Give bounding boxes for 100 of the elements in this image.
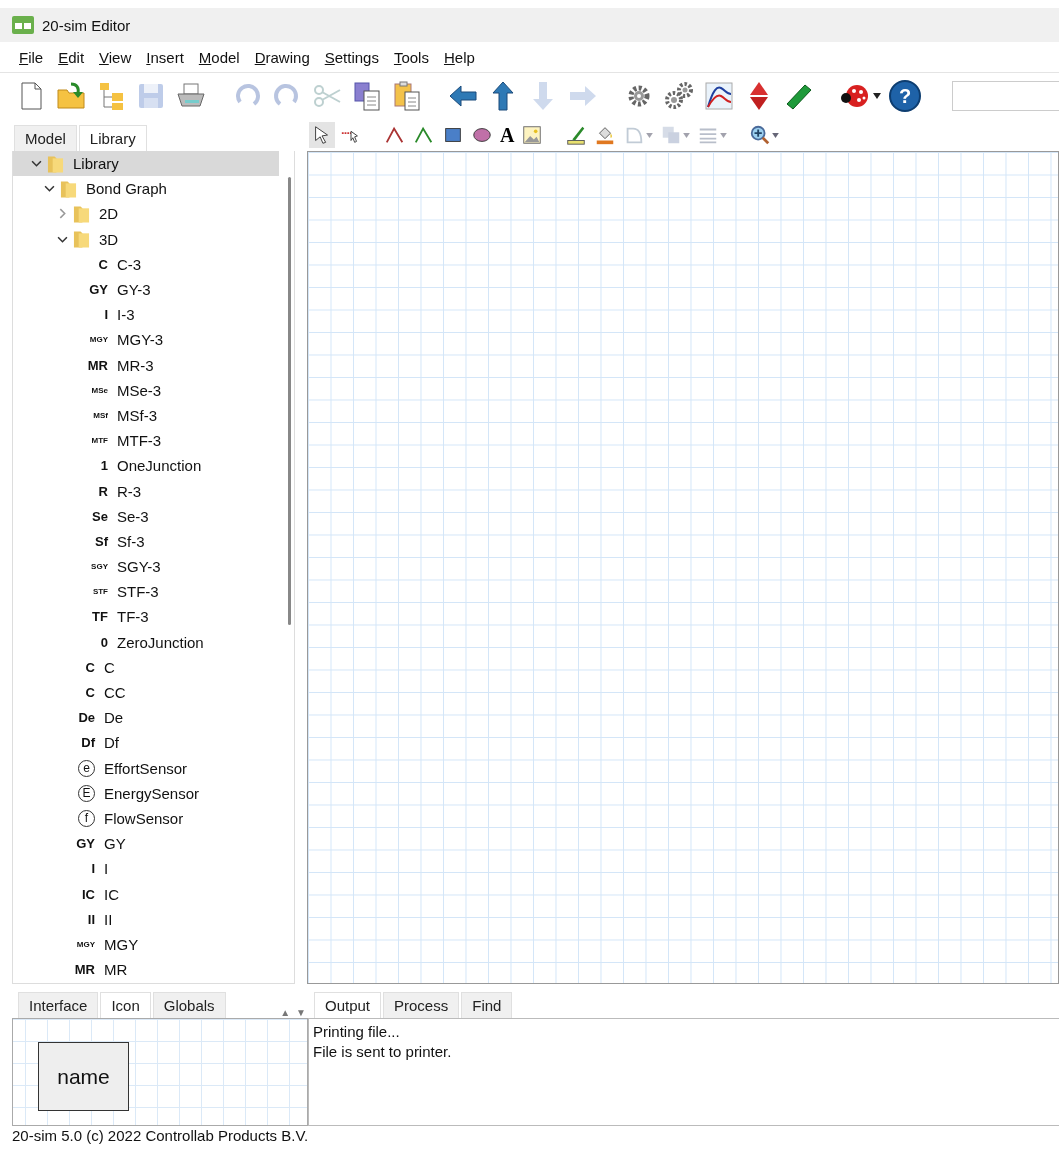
tree-item[interactable]: e EffortSensor xyxy=(13,755,279,781)
element-symbol: SGY xyxy=(91,562,108,572)
tree-item[interactable]: Se Se-3 xyxy=(13,503,279,529)
menu-item[interactable]: Drawing xyxy=(254,48,310,66)
caret-icon xyxy=(683,132,691,138)
tree-item[interactable]: GY GY xyxy=(13,831,279,857)
scroll-arrow-button[interactable]: ▼ xyxy=(294,1007,308,1018)
pointer-tool-button[interactable] xyxy=(309,122,335,148)
element-symbol: C xyxy=(85,685,95,701)
tree-item[interactable]: II II xyxy=(13,906,279,932)
tree-item[interactable]: 1 OneJunction xyxy=(13,453,279,479)
tree-item[interactable]: MTF MTF-3 xyxy=(13,428,279,454)
tab[interactable]: Find xyxy=(461,992,513,1018)
tab[interactable]: Interface xyxy=(18,992,99,1018)
tree-item[interactable]: IC IC xyxy=(13,881,279,907)
tree-item[interactable]: 2D xyxy=(13,201,279,227)
folder-icon xyxy=(73,203,90,224)
tree-item[interactable]: Bond Graph xyxy=(13,176,279,202)
element-symbol: C xyxy=(85,659,95,675)
menu-item[interactable]: Settings xyxy=(324,48,379,66)
menu-item[interactable]: Edit xyxy=(58,48,85,66)
element-symbol: MSe xyxy=(91,385,108,395)
help-button[interactable]: ? xyxy=(888,79,922,113)
tree-item[interactable]: SGY SGY-3 xyxy=(13,554,279,580)
chevron-down-icon xyxy=(44,183,55,195)
image-icon xyxy=(521,124,544,146)
tab[interactable]: Library xyxy=(78,125,147,151)
tree-item[interactable]: C C-3 xyxy=(13,251,279,277)
plot-button[interactable] xyxy=(702,79,736,113)
tree-item[interactable]: GY GY-3 xyxy=(13,276,279,303)
zoom-icon xyxy=(749,124,772,146)
folder-icon xyxy=(73,229,90,250)
tree-item[interactable]: E EnergySensor xyxy=(13,780,279,806)
menu-item[interactable]: View xyxy=(99,48,132,66)
element-symbol: I xyxy=(91,861,95,877)
status-text: 20-sim 5.0 (c) 2022 Controllab Products B.V. xyxy=(11,1126,310,1146)
window-title: 20-sim Editor xyxy=(42,16,131,34)
tree-item[interactable]: MSf MSf-3 xyxy=(13,402,279,429)
gears-icon xyxy=(663,80,695,112)
text-tool-button[interactable]: A xyxy=(498,122,517,148)
scrollbar[interactable] xyxy=(288,177,291,625)
element-symbol: Df xyxy=(81,735,95,751)
element-symbol: TF xyxy=(92,609,108,625)
tab[interactable]: Globals xyxy=(152,992,226,1018)
tree-item[interactable]: Sf Sf-3 xyxy=(13,528,279,554)
caret-icon xyxy=(646,132,654,138)
tree-item[interactable]: MR MR xyxy=(13,957,279,983)
tree-item[interactable]: I I-3 xyxy=(13,302,279,328)
folder-icon xyxy=(47,153,64,174)
open-icon xyxy=(55,80,87,112)
element-symbol: Sf xyxy=(95,533,108,549)
tree-item[interactable]: I I xyxy=(13,856,279,882)
tree-item[interactable]: C C xyxy=(13,654,279,680)
output-line: File is sent to printer. xyxy=(313,1042,453,1062)
tree-item[interactable]: MR MR-3 xyxy=(13,352,279,378)
tree-item[interactable]: STF STF-3 xyxy=(13,579,279,605)
caret-icon xyxy=(720,132,728,138)
tree-item[interactable]: f FlowSensor xyxy=(13,805,279,832)
caret-icon xyxy=(873,93,881,99)
tree-item[interactable]: MGY MGY xyxy=(13,931,279,957)
submodel-block[interactable]: name xyxy=(38,1042,129,1111)
tab[interactable]: Output xyxy=(314,992,382,1018)
tab[interactable]: Model xyxy=(14,125,77,151)
tree-item[interactable]: 3D xyxy=(13,226,279,252)
scroll-arrow-button[interactable]: ▲ xyxy=(278,1007,293,1018)
tree-item[interactable]: Df Df xyxy=(13,730,279,756)
element-symbol: MGY xyxy=(76,939,95,949)
tab[interactable]: Process xyxy=(383,992,460,1018)
pen-icon xyxy=(565,124,588,146)
element-symbol: R xyxy=(98,483,108,499)
menu-item[interactable]: Help xyxy=(443,48,475,66)
element-symbol: 0 xyxy=(100,634,108,650)
menu-item[interactable]: Insert xyxy=(146,48,184,66)
menu-item[interactable]: File xyxy=(19,48,44,66)
tab[interactable]: Icon xyxy=(100,992,151,1018)
element-symbol: MTF xyxy=(91,436,108,446)
chevron-down-icon xyxy=(31,158,42,170)
tree-item[interactable]: C CC xyxy=(13,679,279,706)
menu-item[interactable]: Model xyxy=(198,48,240,66)
element-symbol: MGY xyxy=(89,335,108,345)
element-symbol: GY xyxy=(76,836,95,852)
tree-item[interactable]: Library xyxy=(13,151,279,177)
element-symbol: MR xyxy=(74,962,95,978)
element-symbol: IC xyxy=(82,886,95,902)
tree-item[interactable]: TF TF-3 xyxy=(13,604,279,630)
tree-item[interactable]: De De xyxy=(13,705,279,731)
element-symbol: C xyxy=(98,256,108,272)
tree-item[interactable]: MSe MSe-3 xyxy=(13,377,279,403)
paste-icon xyxy=(391,80,423,112)
plot-icon xyxy=(703,80,735,112)
tree-item[interactable]: MGY MGY-3 xyxy=(13,327,279,353)
element-symbol: MR xyxy=(87,357,108,373)
menu-item[interactable]: Tools xyxy=(393,48,429,66)
tree-item[interactable]: R R-3 xyxy=(13,478,279,504)
folder-icon xyxy=(60,178,77,199)
element-symbol: De xyxy=(78,710,95,726)
element-symbol: MSf xyxy=(93,410,108,420)
copy-icon xyxy=(351,80,383,112)
tree-item[interactable]: 0 ZeroJunction xyxy=(13,629,279,655)
element-symbol: STF xyxy=(92,587,108,597)
